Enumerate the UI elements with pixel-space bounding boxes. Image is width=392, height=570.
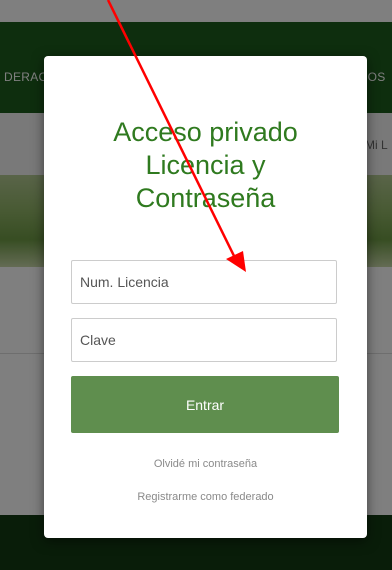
login-modal: Acceso privado Licencia y Contraseña Ent…: [44, 56, 367, 538]
licencia-field[interactable]: [71, 260, 337, 304]
clave-field[interactable]: [71, 318, 337, 362]
register-link[interactable]: Registrarme como federado: [44, 491, 367, 503]
modal-title: Acceso privado Licencia y Contraseña: [44, 116, 367, 215]
entrar-button[interactable]: Entrar: [71, 376, 339, 433]
modal-title-line: Licencia y: [145, 150, 266, 180]
forgot-password-link[interactable]: Olvidé mi contraseña: [44, 458, 367, 470]
modal-title-line: Acceso privado: [113, 117, 298, 147]
modal-title-line: Contraseña: [135, 183, 276, 213]
